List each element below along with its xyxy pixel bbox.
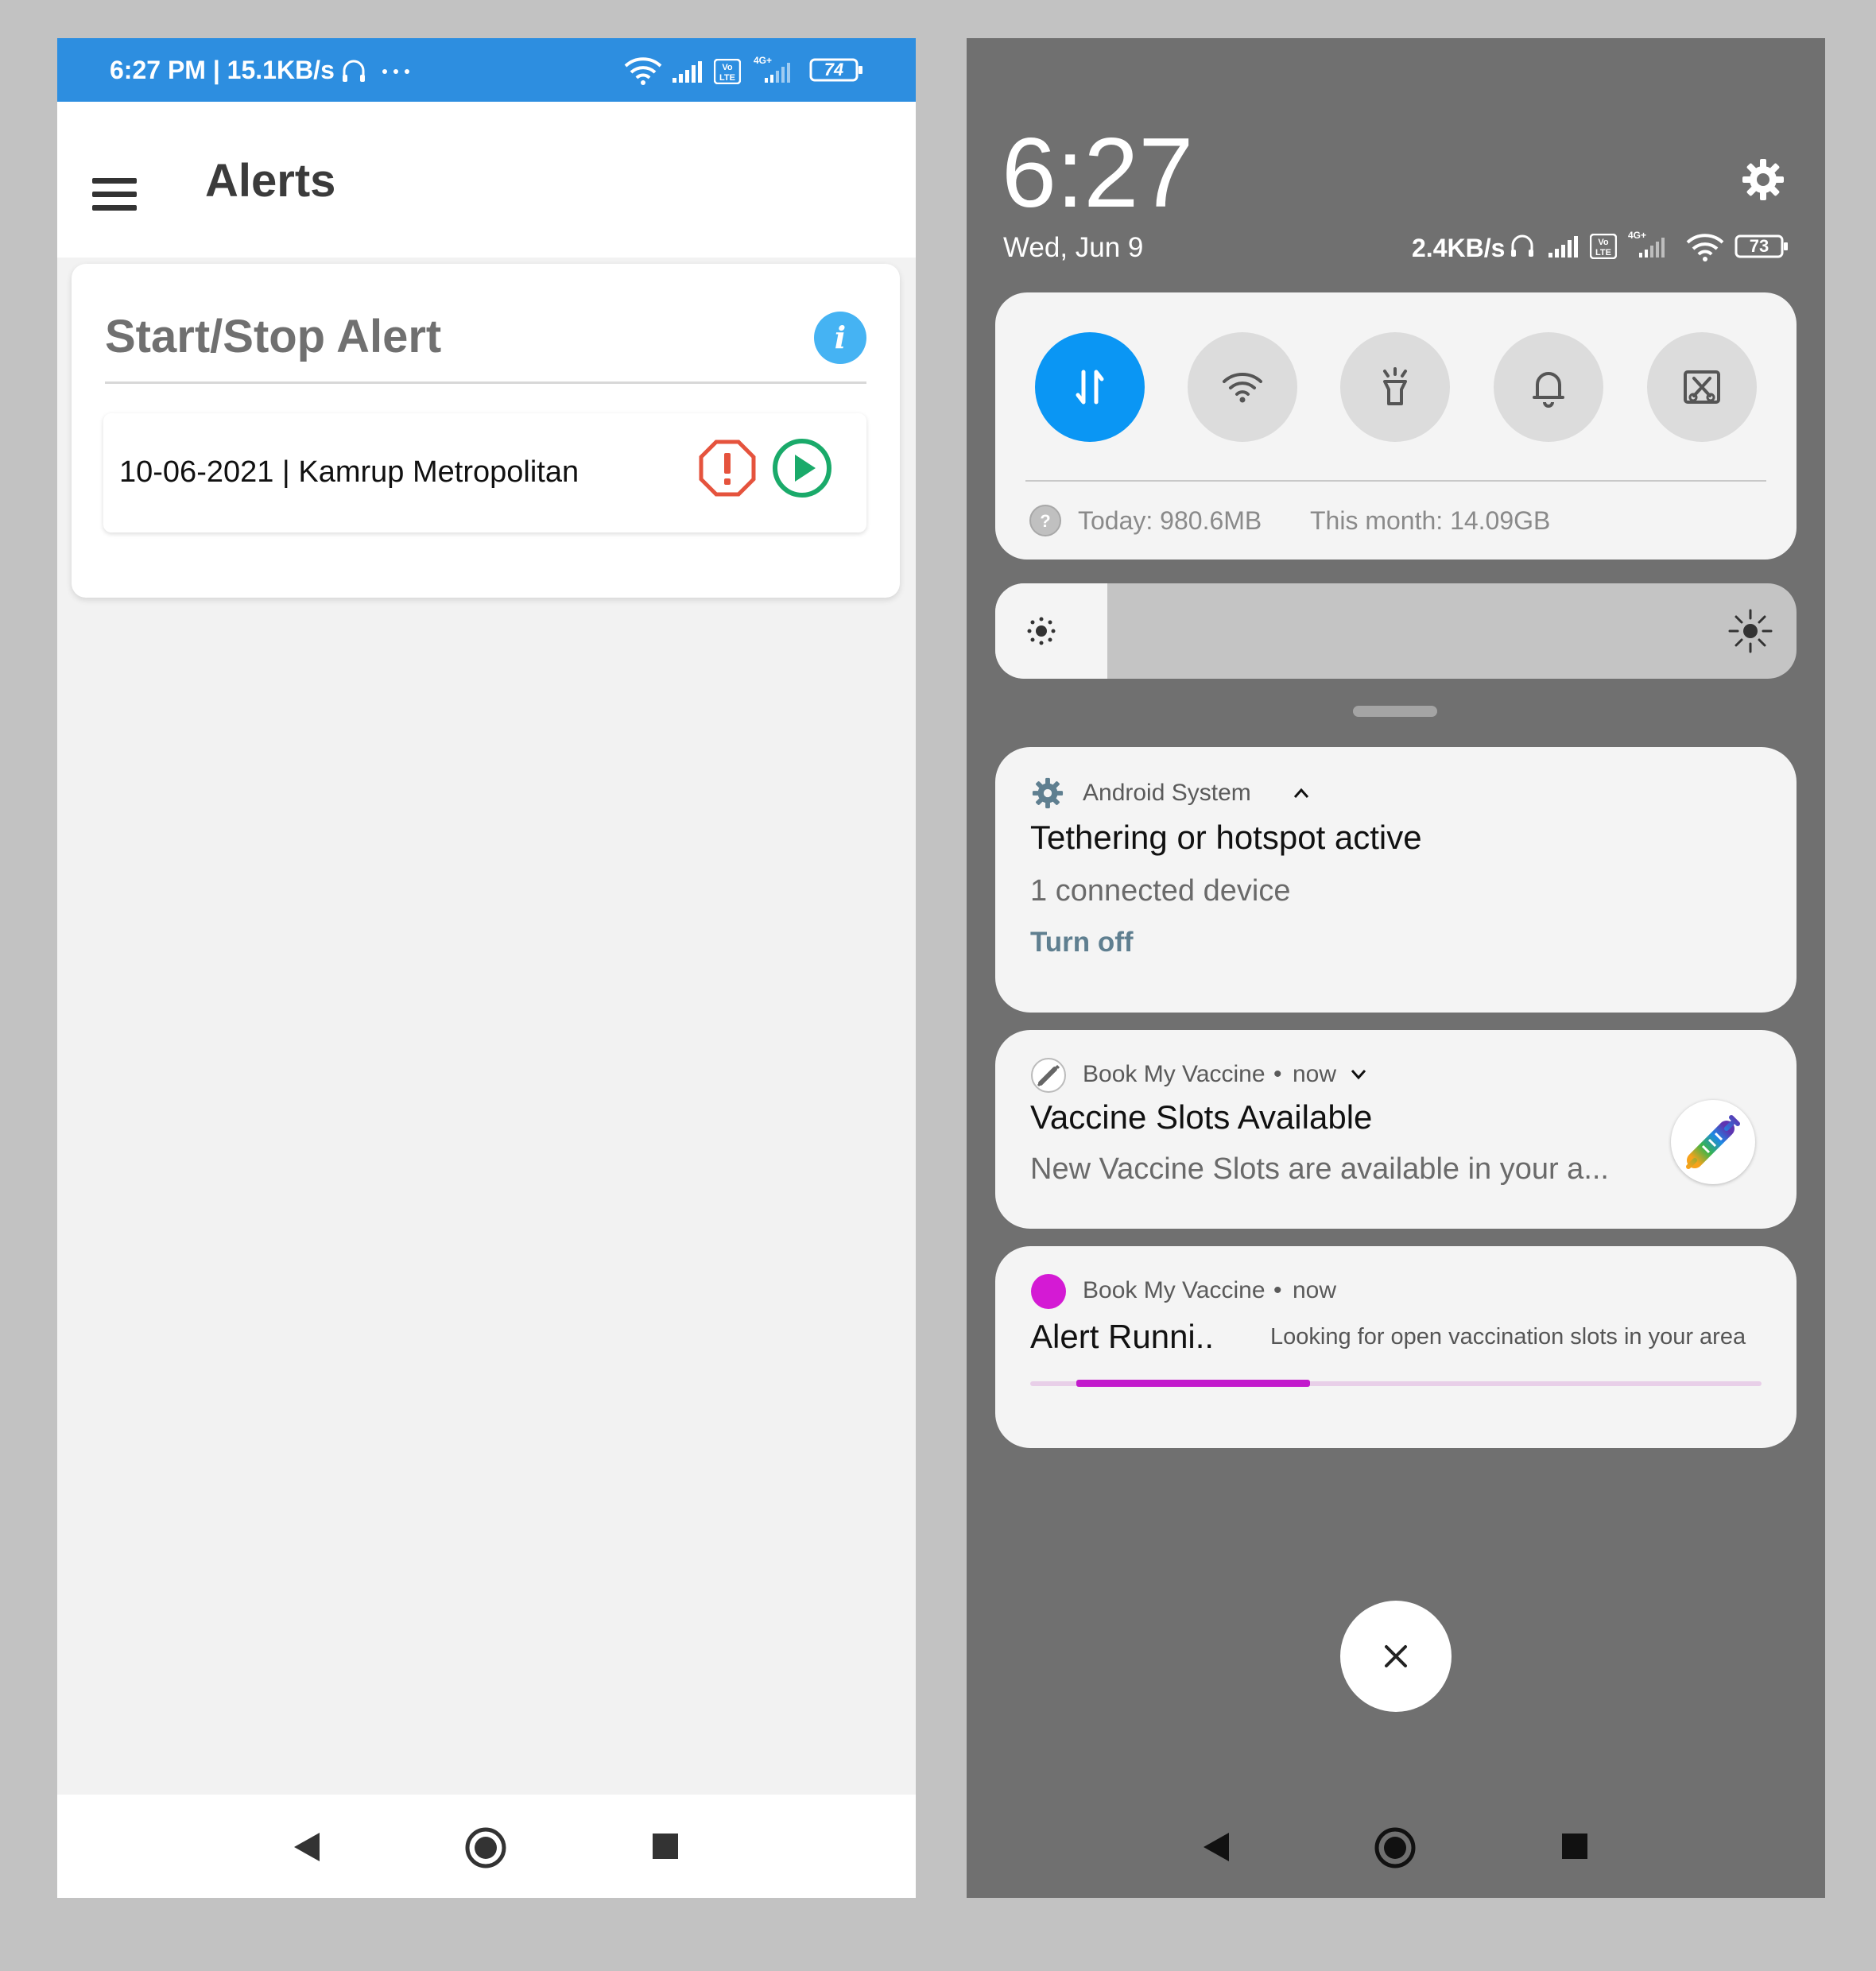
notification-alert-running[interactable]: Book My Vaccine • now Alert Runni.. Look… xyxy=(995,1246,1797,1448)
notification-app-name: Book My Vaccine xyxy=(1083,1061,1266,1087)
svg-text:4G+: 4G+ xyxy=(1628,230,1646,241)
notification-time: now xyxy=(1293,1061,1337,1087)
recents-icon[interactable] xyxy=(1561,1833,1588,1860)
quick-settings-panel: ? Today: 980.6MB This month: 14.09GB xyxy=(995,292,1797,560)
status-bar: 6:27 PM | 15.1KB/s Vo LTE 4G+ 74 xyxy=(57,38,916,102)
alert-date-district: 10-06-2021 | Kamrup Metropolitan xyxy=(119,455,579,489)
wifi-toggle[interactable] xyxy=(1188,332,1297,442)
brightness-low-icon xyxy=(1027,617,1056,645)
signal-icon xyxy=(672,61,702,83)
qs-divider xyxy=(1025,480,1766,482)
brightness-high-icon xyxy=(1728,609,1773,653)
volte-icon: Vo LTE xyxy=(714,59,741,84)
mobile-4g-signal-icon: 4G+ xyxy=(754,55,790,83)
close-icon xyxy=(1385,1645,1407,1667)
wifi-icon xyxy=(1686,234,1724,261)
data-usage-today: Today: 980.6MB xyxy=(1078,506,1262,535)
svg-text:?: ? xyxy=(1040,511,1050,531)
alert-list-item: 10-06-2021 | Kamrup Metropolitan xyxy=(103,413,866,532)
right-phone-screen: 6:27 Wed, Jun 9 2.4KB/s Vo LTE 4G+ 73 ? … xyxy=(967,38,1825,1898)
headphones-icon xyxy=(1511,234,1533,257)
date: Wed, Jun 9 xyxy=(1003,232,1144,263)
mobile-data-toggle[interactable] xyxy=(1035,332,1145,442)
notification-tethering[interactable]: Android System Tethering or hotspot acti… xyxy=(995,747,1797,1013)
gear-icon xyxy=(1032,777,1064,809)
svg-text:LTE: LTE xyxy=(1595,248,1611,258)
signal-icon xyxy=(1548,236,1578,258)
navigation-bar xyxy=(967,1795,1825,1898)
back-icon[interactable] xyxy=(1202,1831,1231,1863)
clear-notifications-button[interactable] xyxy=(1340,1601,1452,1712)
separator-dot: • xyxy=(1273,1061,1282,1087)
page-title: Alerts xyxy=(205,155,336,207)
app-large-icon xyxy=(1671,1100,1755,1184)
syringe-icon xyxy=(1686,1115,1740,1169)
clock[interactable]: 6:27 xyxy=(1002,118,1193,229)
notification-text: 1 connected device xyxy=(1030,874,1291,908)
notification-app-name: Android System xyxy=(1083,780,1251,806)
more-dots-icon xyxy=(382,69,409,74)
notification-vaccine-slots[interactable]: Book My Vaccine • now Vaccine Slots Avai… xyxy=(995,1030,1797,1229)
card-title: Start/Stop Alert xyxy=(105,311,442,362)
turn-off-button[interactable]: Turn off xyxy=(1030,924,1134,962)
home-icon[interactable] xyxy=(464,1826,507,1869)
recents-icon[interactable] xyxy=(652,1833,679,1860)
app-dot-icon xyxy=(1031,1274,1066,1309)
chevron-down-icon[interactable] xyxy=(1350,1068,1367,1081)
back-icon[interactable] xyxy=(293,1831,321,1863)
battery-level: 74 xyxy=(824,60,844,79)
drag-handle[interactable] xyxy=(1353,706,1437,717)
info-icon[interactable]: i xyxy=(814,312,866,364)
notification-time: now xyxy=(1293,1277,1337,1303)
svg-text:Vo: Vo xyxy=(1598,238,1609,247)
data-usage-month: This month: 14.09GB xyxy=(1310,506,1551,535)
screenshot-toggle[interactable] xyxy=(1647,332,1757,442)
start-stop-alert-card: Start/Stop Alert i 10-06-2021 | Kamrup M… xyxy=(72,264,900,598)
bell-icon xyxy=(1533,372,1564,408)
help-icon: ? xyxy=(1029,505,1061,536)
gear-icon[interactable] xyxy=(1739,156,1787,203)
flashlight-toggle[interactable] xyxy=(1340,332,1450,442)
svg-text:4G+: 4G+ xyxy=(754,55,772,66)
notification-title: Vaccine Slots Available xyxy=(1030,1098,1373,1136)
stop-alert-icon[interactable] xyxy=(698,439,757,498)
mobile-data-icon xyxy=(1076,370,1104,405)
network-speed: 2.4KB/s xyxy=(1412,234,1506,262)
brightness-slider[interactable] xyxy=(995,583,1797,679)
menu-icon[interactable] xyxy=(92,178,140,226)
flashlight-icon xyxy=(1383,367,1407,405)
card-divider xyxy=(105,381,866,384)
notification-text: New Vaccine Slots are available in your … xyxy=(1030,1152,1609,1186)
headphones-icon xyxy=(343,60,365,82)
play-icon[interactable] xyxy=(771,437,833,499)
status-time-speed: 6:27 PM | 15.1KB/s xyxy=(110,56,335,84)
chevron-up-icon[interactable] xyxy=(1293,787,1310,800)
app-bar: Alerts xyxy=(57,102,916,258)
notification-sound-toggle[interactable] xyxy=(1494,332,1603,442)
screenshot-icon xyxy=(1684,370,1720,404)
notification-title: Alert Runni.. xyxy=(1030,1318,1215,1355)
battery-level: 73 xyxy=(1749,236,1769,256)
wifi-icon xyxy=(1223,373,1262,403)
syringe-icon xyxy=(1031,1058,1066,1093)
notification-title: Tethering or hotspot active xyxy=(1030,819,1422,856)
left-phone-screen: 6:27 PM | 15.1KB/s Vo LTE 4G+ 74 Alerts … xyxy=(57,38,916,1898)
navigation-bar xyxy=(57,1795,916,1898)
progress-indicator xyxy=(1076,1380,1310,1387)
mobile-4g-signal-icon: 4G+ xyxy=(1628,230,1665,258)
home-icon[interactable] xyxy=(1374,1826,1417,1869)
notification-text: Looking for open vaccination slots in yo… xyxy=(1270,1324,1746,1349)
wifi-icon xyxy=(624,57,662,85)
volte-icon: Vo LTE xyxy=(1590,234,1617,259)
separator-dot: • xyxy=(1273,1277,1282,1303)
notification-app-name: Book My Vaccine xyxy=(1083,1277,1266,1303)
svg-text:LTE: LTE xyxy=(719,73,735,83)
svg-text:Vo: Vo xyxy=(722,63,733,72)
